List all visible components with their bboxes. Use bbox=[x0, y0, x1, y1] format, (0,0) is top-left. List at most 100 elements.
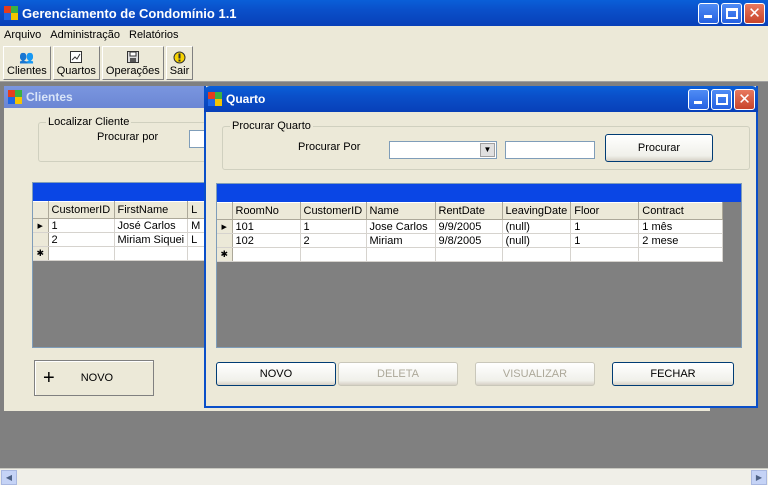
table-cell[interactable]: (null) bbox=[502, 233, 572, 248]
quarto-col-contract[interactable]: Contract bbox=[638, 202, 723, 220]
toolbar-clientes-button[interactable]: 👥 Clientes bbox=[3, 46, 51, 80]
table-cell[interactable]: 1 bbox=[300, 219, 367, 234]
row-header bbox=[33, 232, 49, 247]
quarto-novo-button[interactable]: NOVO bbox=[216, 362, 336, 386]
table-cell[interactable] bbox=[366, 247, 436, 262]
chart-icon bbox=[69, 50, 83, 64]
clientes-grid-caption bbox=[33, 183, 211, 201]
quarto-procurar-button[interactable]: Procurar bbox=[605, 134, 713, 162]
minimize-icon bbox=[694, 101, 702, 104]
clientes-col-firstname[interactable]: FirstName bbox=[114, 201, 189, 219]
maximize-button[interactable] bbox=[721, 3, 742, 24]
table-cell[interactable] bbox=[435, 247, 503, 262]
app-title: Gerenciamento de Condomínio 1.1 bbox=[22, 5, 237, 21]
quarto-col-name[interactable]: Name bbox=[366, 202, 436, 220]
quarto-visualizar-button[interactable]: VISUALIZAR bbox=[475, 362, 595, 386]
table-cell[interactable]: Miriam bbox=[366, 233, 436, 248]
quarto-col-rentdate[interactable]: RentDate bbox=[435, 202, 503, 220]
quarto-col-customerid[interactable]: CustomerID bbox=[300, 202, 367, 220]
table-row[interactable]: ▶ 101 1 Jose Carlos 9/9/2005 (null) 1 1 … bbox=[217, 219, 723, 234]
quarto-title-bar[interactable]: Quarto ✕ bbox=[204, 86, 758, 112]
menu-administracao[interactable]: Administração bbox=[50, 29, 120, 41]
quarto-grid[interactable]: RoomNo CustomerID Name RentDate LeavingD… bbox=[216, 183, 742, 348]
toolbar: 👥 Clientes Quartos Operações Sair bbox=[0, 44, 768, 82]
table-cell[interactable] bbox=[232, 247, 301, 262]
app-title-bar[interactable]: Gerenciamento de Condomínio 1.1 ✕ bbox=[0, 0, 768, 26]
quarto-grid-corner bbox=[217, 202, 233, 220]
quarto-visualizar-label: VISUALIZAR bbox=[502, 368, 568, 380]
quarto-deleta-label: DELETA bbox=[377, 368, 419, 380]
toolbar-quartos-label: Quartos bbox=[56, 65, 96, 77]
table-cell[interactable] bbox=[502, 247, 572, 262]
table-row[interactable]: 102 2 Miriam 9/8/2005 (null) 1 2 mese bbox=[217, 233, 723, 248]
clientes-search-group-label: Localizar Cliente bbox=[46, 116, 132, 128]
quarto-deleta-button[interactable]: DELETA bbox=[338, 362, 458, 386]
quarto-app-icon bbox=[208, 92, 222, 106]
scroll-left-icon[interactable]: ◀ bbox=[1, 470, 17, 485]
table-row[interactable]: ▶ 1 José Carlos M bbox=[33, 218, 211, 233]
minimize-button[interactable] bbox=[698, 3, 719, 24]
quarto-search-label: Procurar Por bbox=[298, 141, 361, 153]
table-cell[interactable] bbox=[638, 247, 723, 262]
table-cell[interactable]: 1 bbox=[570, 233, 640, 248]
table-cell[interactable]: Jose Carlos bbox=[366, 219, 436, 234]
menu-arquivo[interactable]: Arquivo bbox=[4, 29, 41, 41]
maximize-icon bbox=[726, 8, 738, 19]
row-header bbox=[217, 233, 233, 248]
table-cell[interactable]: 101 bbox=[232, 219, 301, 234]
table-cell[interactable]: 102 bbox=[232, 233, 301, 248]
table-cell[interactable]: 2 mese bbox=[638, 233, 723, 248]
clientes-grid[interactable]: CustomerID FirstName L ▶ 1 José Carlos M… bbox=[32, 182, 212, 348]
quarto-close-button[interactable]: ✕ bbox=[734, 89, 755, 110]
people-icon: 👥 bbox=[19, 50, 35, 64]
horizontal-scrollbar[interactable]: ◀ ▶ bbox=[0, 468, 768, 485]
clientes-col-customerid[interactable]: CustomerID bbox=[48, 201, 115, 219]
quarto-title: Quarto bbox=[226, 92, 266, 106]
table-cell[interactable]: (null) bbox=[502, 219, 572, 234]
table-cell[interactable]: José Carlos bbox=[114, 218, 189, 233]
close-icon: ✕ bbox=[738, 91, 751, 108]
table-row[interactable]: 2 Miriam Siquei L bbox=[33, 232, 211, 247]
close-icon: ✕ bbox=[748, 5, 761, 22]
chevron-down-icon[interactable]: ▼ bbox=[480, 143, 495, 157]
quarto-col-leavingdate[interactable]: LeavingDate bbox=[502, 202, 572, 220]
table-cell[interactable]: 1 bbox=[48, 218, 115, 233]
table-cell[interactable]: 9/9/2005 bbox=[435, 219, 503, 234]
menu-bar: Arquivo Administração Relatórios bbox=[0, 26, 768, 44]
maximize-icon bbox=[716, 94, 728, 105]
quarto-fechar-button[interactable]: FECHAR bbox=[612, 362, 734, 386]
menu-relatorios[interactable]: Relatórios bbox=[129, 29, 179, 41]
table-cell[interactable] bbox=[48, 246, 115, 261]
quarto-minimize-button[interactable] bbox=[688, 89, 709, 110]
table-row-new[interactable]: ✱ bbox=[33, 246, 211, 261]
quarto-procurar-label: Procurar bbox=[637, 142, 681, 154]
table-cell[interactable] bbox=[300, 247, 367, 262]
table-cell[interactable]: 1 bbox=[570, 219, 640, 234]
quarto-fechar-label: FECHAR bbox=[650, 368, 696, 380]
table-cell[interactable]: 2 bbox=[300, 233, 367, 248]
table-cell[interactable]: 2 bbox=[48, 232, 115, 247]
clientes-grid-corner bbox=[33, 201, 49, 219]
table-row-new[interactable]: ✱ bbox=[217, 247, 723, 262]
quarto-search-input[interactable] bbox=[505, 141, 595, 159]
toolbar-sair-button[interactable]: Sair bbox=[165, 46, 194, 80]
quarto-maximize-button[interactable] bbox=[711, 89, 732, 110]
quarto-col-floor[interactable]: Floor bbox=[570, 202, 640, 220]
new-row-indicator: ✱ bbox=[217, 247, 233, 262]
table-cell[interactable]: Miriam Siquei bbox=[114, 232, 189, 247]
clientes-title: Clientes bbox=[26, 90, 73, 104]
toolbar-operacoes-button[interactable]: Operações bbox=[101, 46, 164, 80]
table-cell[interactable]: 1 mês bbox=[638, 219, 723, 234]
exit-icon bbox=[172, 50, 186, 64]
toolbar-operacoes-label: Operações bbox=[105, 65, 160, 77]
table-cell[interactable] bbox=[570, 247, 640, 262]
table-cell[interactable] bbox=[114, 246, 189, 261]
table-cell[interactable]: 9/8/2005 bbox=[435, 233, 503, 248]
close-button[interactable]: ✕ bbox=[744, 3, 765, 24]
clientes-novo-button[interactable]: + NOVO bbox=[34, 360, 154, 396]
quarto-search-combo[interactable]: ▼ bbox=[389, 141, 497, 159]
quarto-col-roomno[interactable]: RoomNo bbox=[232, 202, 301, 220]
toolbar-clientes-label: Clientes bbox=[7, 65, 47, 77]
toolbar-quartos-button[interactable]: Quartos bbox=[52, 46, 100, 80]
scroll-right-icon[interactable]: ▶ bbox=[751, 470, 767, 485]
